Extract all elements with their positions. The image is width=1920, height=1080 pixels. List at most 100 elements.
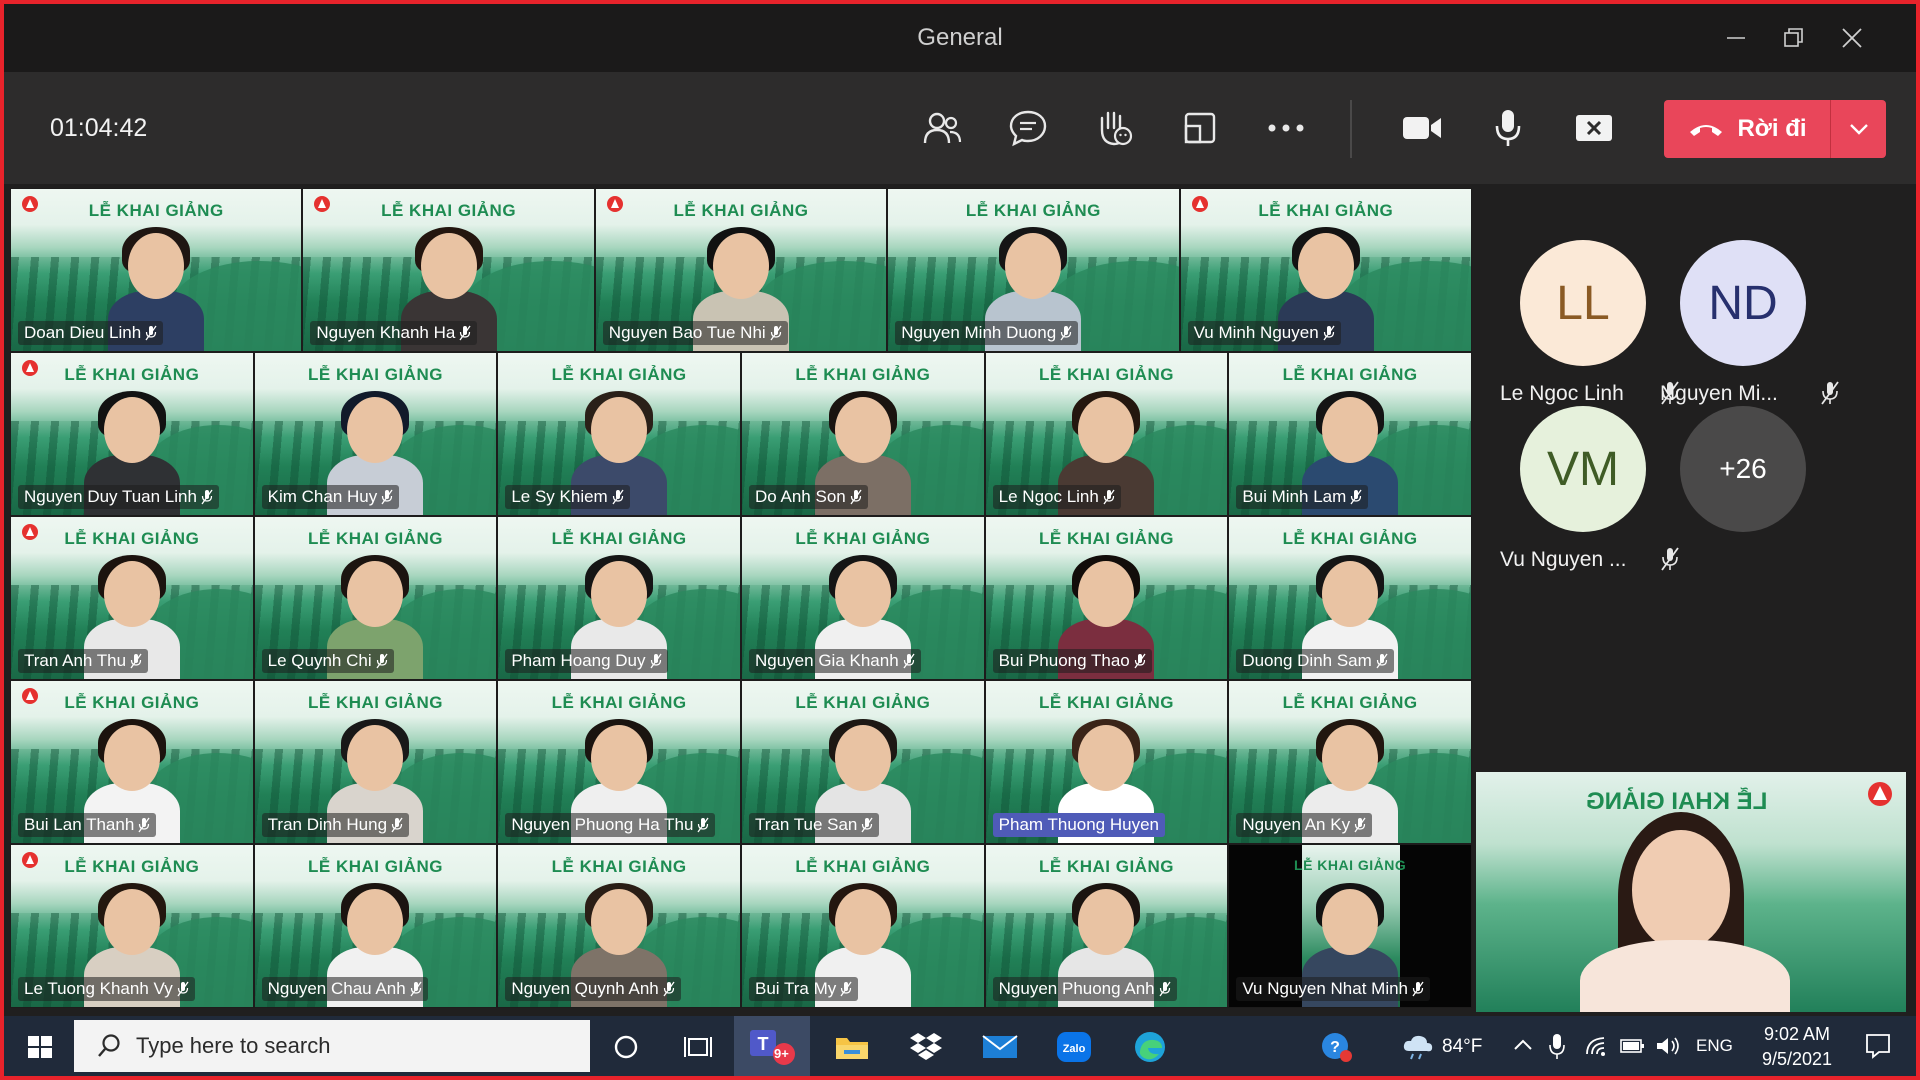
ceremony-banner: LỄ KHAI GIẢNG — [308, 857, 443, 876]
participant-tile[interactable]: LỄ KHAI GIẢNG Nguyen An Ky — [1228, 680, 1472, 844]
muted-mic-icon — [1376, 653, 1388, 669]
participant-tile[interactable]: LỄ KHAI GIẢNG Vu Nguyen Nhat Minh — [1228, 844, 1472, 1008]
participant-tile[interactable]: LỄ KHAI GIẢNG Pham Thuong Huyen — [984, 680, 1229, 844]
participant-tile[interactable]: LỄ KHAI GIẢNG Do Anh Son — [741, 352, 985, 516]
wifi-icon[interactable] — [1584, 1034, 1608, 1058]
participant-tile[interactable]: LỄ KHAI GIẢNG Duong Dinh Sam — [1228, 516, 1472, 680]
participant-face — [1078, 889, 1135, 955]
avatar-initials: +26 — [1719, 453, 1767, 484]
participant-avatar[interactable]: LL — [1520, 240, 1646, 366]
participant-name: Tran Anh Thu — [24, 651, 127, 670]
participant-tile[interactable]: LỄ KHAI GIẢNG Le Ngoc Linh — [984, 352, 1229, 516]
video-grid: LỄ KHAI GIẢNG Doan Dieu Linh LỄ KHAI GIẢNG… — [10, 188, 1472, 1010]
ceremony-banner: LỄ KHAI GIẢNG — [795, 529, 931, 548]
participant-tile[interactable]: LỄ KHAI GIẢNG Tran Anh Thu — [10, 516, 254, 680]
participant-tile[interactable]: LỄ KHAI GIẢNG Vu Minh Nguyen — [1179, 188, 1472, 352]
participant-name: Kim Chan Huy — [267, 487, 378, 506]
participant-face — [420, 233, 477, 299]
ceremony-banner: LỄ KHAI GIẢNG — [1282, 365, 1418, 384]
participant-tile[interactable]: LỄ KHAI GIẢNG Nguyen Minh Duong — [887, 188, 1180, 352]
participants-button[interactable] — [916, 104, 968, 152]
participant-name-label: Nguyen An Ky — [1236, 813, 1373, 837]
participant-face — [103, 561, 160, 627]
participant-name-label: Le Ngoc Linh — [992, 485, 1121, 509]
participant-name: Nguyen Chau Anh — [267, 979, 406, 998]
cortana-button[interactable] — [600, 1024, 652, 1070]
participant-name-label: Nguyen Quynh Anh — [505, 977, 681, 1001]
participant-face — [347, 397, 404, 463]
leave-options-button[interactable] — [1831, 100, 1886, 158]
more-participants-button[interactable]: +26 — [1680, 406, 1806, 532]
restore-button[interactable] — [1772, 18, 1816, 58]
close-window-button[interactable] — [1830, 18, 1874, 58]
participant-tile[interactable]: LỄ KHAI GIẢNG Bui Tra My — [741, 844, 985, 1008]
participant-tile[interactable]: LỄ KHAI GIẢNG Nguyen Chau Anh — [253, 844, 498, 1008]
dropbox-button[interactable] — [900, 1024, 952, 1070]
participant-avatar[interactable]: VM — [1520, 406, 1646, 532]
microphone-button[interactable] — [1482, 104, 1534, 152]
participant-tile[interactable]: LỄ KHAI GIẢNG Nguyen Khanh Ha — [302, 188, 595, 352]
participant-tile[interactable]: LỄ KHAI GIẢNG Bui Phuong Thao — [984, 516, 1229, 680]
participant-tile[interactable]: LỄ KHAI GIẢNG Nguyen Quynh Anh — [497, 844, 741, 1008]
participant-tile[interactable]: LỄ KHAI GIẢNG Nguyen Phuong Ha Thu — [497, 680, 741, 844]
language-indicator[interactable]: ENG — [1696, 1036, 1733, 1056]
svg-text:T: T — [758, 1034, 769, 1054]
participant-tile[interactable]: LỄ KHAI GIẢNG Nguyen Phuong Anh — [984, 844, 1229, 1008]
stop-share-button[interactable] — [1568, 104, 1620, 152]
avatar-initials: ND — [1708, 276, 1778, 330]
breakout-rooms-icon — [1184, 112, 1216, 144]
participant-tile[interactable]: LỄ KHAI GIẢNG Tran Dinh Hung — [253, 680, 498, 844]
ceremony-banner: LỄ KHAI GIẢNG — [1282, 529, 1418, 548]
task-view-button[interactable] — [672, 1024, 724, 1070]
chat-icon — [1009, 110, 1047, 147]
more-options-button[interactable] — [1260, 104, 1312, 152]
battery-icon[interactable] — [1620, 1036, 1646, 1056]
windows-logo-icon — [28, 1036, 52, 1058]
mail-button[interactable] — [974, 1024, 1026, 1070]
minimize-button[interactable] — [1714, 18, 1758, 58]
participant-name-label: Duong Dinh Sam — [1236, 649, 1394, 673]
participant-tile[interactable]: LỄ KHAI GIẢNG Le Tuong Khanh Vy — [10, 844, 254, 1008]
participant-tile[interactable]: LỄ KHAI GIẢNG Nguyen Bao Tue Nhi — [594, 188, 888, 352]
file-explorer-button[interactable] — [826, 1024, 878, 1070]
help-tray-button[interactable]: ? — [1310, 1024, 1362, 1070]
presenter-video[interactable]: LỄ KHAI GIẢNG — [1476, 772, 1906, 1012]
participant-avatar[interactable]: ND — [1680, 240, 1806, 366]
participant-face — [591, 397, 648, 463]
zalo-button[interactable]: Zalo — [1048, 1024, 1100, 1070]
participant-tile[interactable]: LỄ KHAI GIẢNG Le Quynh Chi — [253, 516, 498, 680]
start-button[interactable] — [18, 1030, 62, 1064]
participant-tile[interactable]: LỄ KHAI GIẢNG Kim Chan Huy — [253, 352, 498, 516]
leave-button[interactable]: Rời đi — [1664, 100, 1830, 158]
system-clock[interactable]: 9:02 AM 9/5/2021 — [1742, 1022, 1852, 1072]
reactions-button[interactable] — [1088, 104, 1140, 152]
tray-microphone-icon[interactable] — [1548, 1032, 1566, 1060]
volume-icon[interactable] — [1654, 1034, 1682, 1058]
logo-badge-icon — [1868, 782, 1892, 806]
participant-tile[interactable]: LỄ KHAI GIẢNG Bui Minh Lam — [1228, 352, 1472, 516]
participant-tile[interactable]: LỄ KHAI GIẢNG Tran Tue San — [741, 680, 985, 844]
minimize-icon — [1727, 37, 1745, 39]
notifications-icon[interactable] — [1864, 1032, 1892, 1060]
participant-tile[interactable]: LỄ KHAI GIẢNG Le Sy Khiem — [497, 352, 741, 516]
avatar-name: Nguyen Mi... — [1660, 382, 1778, 405]
taskbar-search[interactable]: Type here to search — [74, 1020, 590, 1072]
chevron-up-icon[interactable] — [1512, 1038, 1534, 1052]
participant-name: Nguyen Gia Khanh — [755, 651, 899, 670]
participant-tile[interactable]: LỄ KHAI GIẢNG Pham Hoang Duy — [497, 516, 741, 680]
school-logo-icon — [22, 524, 38, 540]
weather-button[interactable] — [1392, 1024, 1444, 1070]
ceremony-banner: LỄ KHAI GIẢNG — [1039, 365, 1174, 384]
camera-button[interactable] — [1396, 104, 1448, 152]
rooms-button[interactable] — [1174, 104, 1226, 152]
participant-tile[interactable]: LỄ KHAI GIẢNG Doan Dieu Linh — [10, 188, 303, 352]
participant-tile[interactable]: LỄ KHAI GIẢNG Nguyen Gia Khanh — [741, 516, 985, 680]
teams-taskbar-button[interactable]: T 9+ — [734, 1016, 810, 1076]
participant-tile[interactable]: LỄ KHAI GIẢNG Nguyen Duy Tuan Linh — [10, 352, 254, 516]
ceremony-banner: LỄ KHAI GIẢNG — [1258, 201, 1394, 220]
title-bar: General — [4, 4, 1916, 72]
chat-button[interactable] — [1002, 104, 1054, 152]
avatar-name: Vu Nguyen ... — [1500, 548, 1627, 571]
edge-button[interactable] — [1124, 1024, 1176, 1070]
participant-tile[interactable]: LỄ KHAI GIẢNG Bui Lan Thanh — [10, 680, 254, 844]
